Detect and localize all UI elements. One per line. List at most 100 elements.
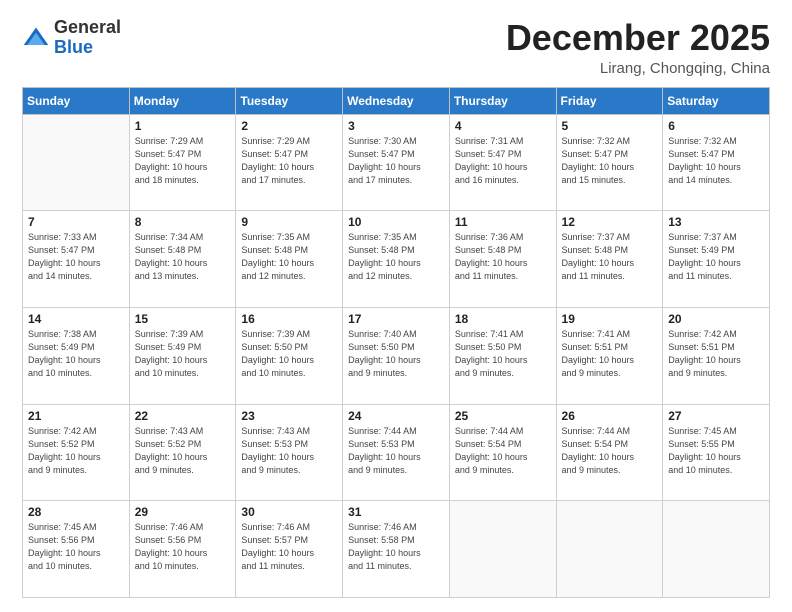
- day-cell: 3 Sunrise: 7:30 AMSunset: 5:47 PMDaylight…: [343, 114, 450, 211]
- day-info: Sunrise: 7:36 AMSunset: 5:48 PMDaylight:…: [455, 231, 551, 283]
- day-cell: 22Sunrise: 7:43 AMSunset: 5:52 PMDayligh…: [129, 404, 236, 501]
- location: Lirang, Chongqing, China: [506, 60, 770, 77]
- week-row-4: 21Sunrise: 7:42 AMSunset: 5:52 PMDayligh…: [23, 404, 770, 501]
- calendar: SundayMondayTuesdayWednesdayThursdayFrid…: [22, 87, 770, 598]
- day-cell: 29 Sunrise: 7:46 AMSunset: 5:56 PMDayligh…: [129, 501, 236, 598]
- weekday-header-wednesday: Wednesday: [343, 87, 450, 114]
- day-info: Sunrise: 7:29 AMSunset: 5:47 PMDaylight:…: [241, 135, 337, 187]
- day-info: Sunrise: 7:46 AMSunset: 5:56 PMDaylight:…: [135, 521, 231, 573]
- page: General Blue December 2025 Lirang, Chong…: [0, 0, 792, 612]
- weekday-header-tuesday: Tuesday: [236, 87, 343, 114]
- day-info: Sunrise: 7:37 AMSunset: 5:48 PMDaylight:…: [562, 231, 658, 283]
- day-number: 16: [241, 312, 337, 326]
- day-info: Sunrise: 7:39 AMSunset: 5:49 PMDaylight:…: [135, 328, 231, 380]
- week-row-5: 28 Sunrise: 7:45 AMSunset: 5:56 PMDayligh…: [23, 501, 770, 598]
- day-cell: 2 Sunrise: 7:29 AMSunset: 5:47 PMDaylight…: [236, 114, 343, 211]
- day-number: 13: [668, 215, 764, 229]
- day-info: Sunrise: 7:35 AMSunset: 5:48 PMDaylight:…: [348, 231, 444, 283]
- day-cell: [663, 501, 770, 598]
- day-number: 28: [28, 505, 124, 519]
- weekday-header-thursday: Thursday: [449, 87, 556, 114]
- logo-general: General: [54, 17, 121, 37]
- day-info: Sunrise: 7:32 AMSunset: 5:47 PMDaylight:…: [668, 135, 764, 187]
- logo-text: General Blue: [54, 18, 121, 58]
- day-cell: 31 Sunrise: 7:46 AMSunset: 5:58 PMDayligh…: [343, 501, 450, 598]
- day-number: 17: [348, 312, 444, 326]
- weekday-header-monday: Monday: [129, 87, 236, 114]
- day-number: 4: [455, 119, 551, 133]
- title-block: December 2025 Lirang, Chongqing, China: [506, 18, 770, 77]
- day-info: Sunrise: 7:37 AMSunset: 5:49 PMDaylight:…: [668, 231, 764, 283]
- day-cell: 19 Sunrise: 7:41 AMSunset: 5:51 PMDayligh…: [556, 307, 663, 404]
- day-cell: 20 Sunrise: 7:42 AMSunset: 5:51 PMDayligh…: [663, 307, 770, 404]
- day-cell: 12 Sunrise: 7:37 AMSunset: 5:48 PMDayligh…: [556, 211, 663, 308]
- week-row-3: 14 Sunrise: 7:38 AMSunset: 5:49 PMDayligh…: [23, 307, 770, 404]
- day-number: 3: [348, 119, 444, 133]
- day-info: Sunrise: 7:44 AMSunset: 5:53 PMDaylight:…: [348, 425, 444, 477]
- day-number: 18: [455, 312, 551, 326]
- day-info: Sunrise: 7:35 AMSunset: 5:48 PMDaylight:…: [241, 231, 337, 283]
- day-number: 31: [348, 505, 444, 519]
- day-cell: 1 Sunrise: 7:29 AMSunset: 5:47 PMDaylight…: [129, 114, 236, 211]
- day-cell: 8Sunrise: 7:34 AMSunset: 5:48 PMDaylight…: [129, 211, 236, 308]
- day-cell: 26Sunrise: 7:44 AMSunset: 5:54 PMDayligh…: [556, 404, 663, 501]
- day-info: Sunrise: 7:33 AMSunset: 5:47 PMDaylight:…: [28, 231, 124, 283]
- day-info: Sunrise: 7:29 AMSunset: 5:47 PMDaylight:…: [135, 135, 231, 187]
- day-info: Sunrise: 7:41 AMSunset: 5:50 PMDaylight:…: [455, 328, 551, 380]
- day-number: 9: [241, 215, 337, 229]
- day-number: 11: [455, 215, 551, 229]
- day-info: Sunrise: 7:45 AMSunset: 5:56 PMDaylight:…: [28, 521, 124, 573]
- weekday-header-row: SundayMondayTuesdayWednesdayThursdayFrid…: [23, 87, 770, 114]
- day-number: 26: [562, 409, 658, 423]
- day-cell: 9 Sunrise: 7:35 AMSunset: 5:48 PMDaylight…: [236, 211, 343, 308]
- day-info: Sunrise: 7:32 AMSunset: 5:47 PMDaylight:…: [562, 135, 658, 187]
- day-number: 8: [135, 215, 231, 229]
- day-cell: 4 Sunrise: 7:31 AMSunset: 5:47 PMDaylight…: [449, 114, 556, 211]
- day-number: 15: [135, 312, 231, 326]
- day-cell: 6Sunrise: 7:32 AMSunset: 5:47 PMDaylight…: [663, 114, 770, 211]
- day-info: Sunrise: 7:38 AMSunset: 5:49 PMDaylight:…: [28, 328, 124, 380]
- day-info: Sunrise: 7:40 AMSunset: 5:50 PMDaylight:…: [348, 328, 444, 380]
- day-cell: 17 Sunrise: 7:40 AMSunset: 5:50 PMDayligh…: [343, 307, 450, 404]
- day-number: 5: [562, 119, 658, 133]
- day-cell: [23, 114, 130, 211]
- day-number: 29: [135, 505, 231, 519]
- day-cell: 10 Sunrise: 7:35 AMSunset: 5:48 PMDayligh…: [343, 211, 450, 308]
- day-cell: 13 Sunrise: 7:37 AMSunset: 5:49 PMDayligh…: [663, 211, 770, 308]
- logo: General Blue: [22, 18, 121, 58]
- day-number: 19: [562, 312, 658, 326]
- day-cell: 14 Sunrise: 7:38 AMSunset: 5:49 PMDayligh…: [23, 307, 130, 404]
- day-number: 1: [135, 119, 231, 133]
- top-section: General Blue December 2025 Lirang, Chong…: [22, 18, 770, 77]
- day-info: Sunrise: 7:39 AMSunset: 5:50 PMDaylight:…: [241, 328, 337, 380]
- day-cell: 18 Sunrise: 7:41 AMSunset: 5:50 PMDayligh…: [449, 307, 556, 404]
- day-info: Sunrise: 7:43 AMSunset: 5:52 PMDaylight:…: [135, 425, 231, 477]
- day-number: 20: [668, 312, 764, 326]
- day-cell: 7Sunrise: 7:33 AMSunset: 5:47 PMDaylight…: [23, 211, 130, 308]
- logo-blue: Blue: [54, 37, 93, 57]
- day-cell: 30Sunrise: 7:46 AMSunset: 5:57 PMDayligh…: [236, 501, 343, 598]
- day-info: Sunrise: 7:44 AMSunset: 5:54 PMDaylight:…: [455, 425, 551, 477]
- day-info: Sunrise: 7:30 AMSunset: 5:47 PMDaylight:…: [348, 135, 444, 187]
- day-cell: 11 Sunrise: 7:36 AMSunset: 5:48 PMDayligh…: [449, 211, 556, 308]
- day-number: 14: [28, 312, 124, 326]
- weekday-header-friday: Friday: [556, 87, 663, 114]
- month-year: December 2025: [506, 18, 770, 58]
- day-number: 24: [348, 409, 444, 423]
- day-number: 10: [348, 215, 444, 229]
- week-row-2: 7Sunrise: 7:33 AMSunset: 5:47 PMDaylight…: [23, 211, 770, 308]
- day-info: Sunrise: 7:31 AMSunset: 5:47 PMDaylight:…: [455, 135, 551, 187]
- day-info: Sunrise: 7:42 AMSunset: 5:51 PMDaylight:…: [668, 328, 764, 380]
- day-cell: 28 Sunrise: 7:45 AMSunset: 5:56 PMDayligh…: [23, 501, 130, 598]
- day-number: 2: [241, 119, 337, 133]
- day-number: 12: [562, 215, 658, 229]
- day-number: 23: [241, 409, 337, 423]
- day-info: Sunrise: 7:46 AMSunset: 5:58 PMDaylight:…: [348, 521, 444, 573]
- day-cell: 27Sunrise: 7:45 AMSunset: 5:55 PMDayligh…: [663, 404, 770, 501]
- day-cell: 5 Sunrise: 7:32 AMSunset: 5:47 PMDaylight…: [556, 114, 663, 211]
- weekday-header-sunday: Sunday: [23, 87, 130, 114]
- day-info: Sunrise: 7:45 AMSunset: 5:55 PMDaylight:…: [668, 425, 764, 477]
- day-cell: [556, 501, 663, 598]
- day-info: Sunrise: 7:46 AMSunset: 5:57 PMDaylight:…: [241, 521, 337, 573]
- day-info: Sunrise: 7:41 AMSunset: 5:51 PMDaylight:…: [562, 328, 658, 380]
